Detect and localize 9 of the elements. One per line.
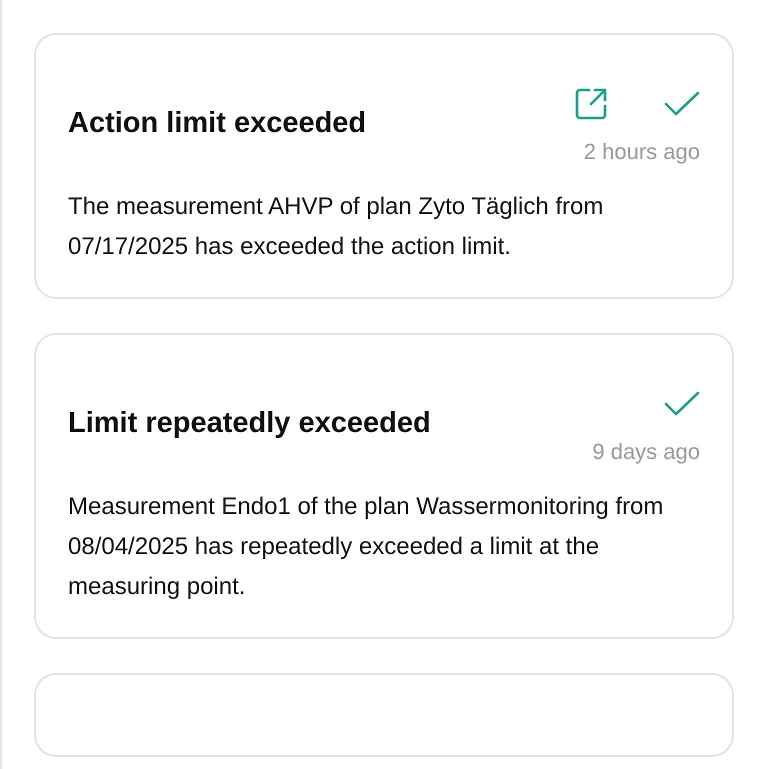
notification-message: Measurement Endo1 of the plan Wassermonitoring from 08/04/2025 has repeatedly exceeded a limit at the measuring point.: [68, 492, 664, 602]
check-icon[interactable]: [664, 391, 700, 417]
notification-title: Limit repeatedly exceeded: [68, 407, 431, 440]
notification-title: Action limit exceeded: [68, 107, 366, 140]
notification-message: The measurement AHVP of plan Zyto Täglich from 07/17/2025 has exceeded the action limit.: [68, 192, 604, 262]
check-icon[interactable]: [664, 91, 700, 117]
timestamp: 9 days ago: [592, 439, 700, 465]
timestamp: 2 hours ago: [584, 139, 700, 165]
open-external-icon[interactable]: [574, 87, 608, 121]
